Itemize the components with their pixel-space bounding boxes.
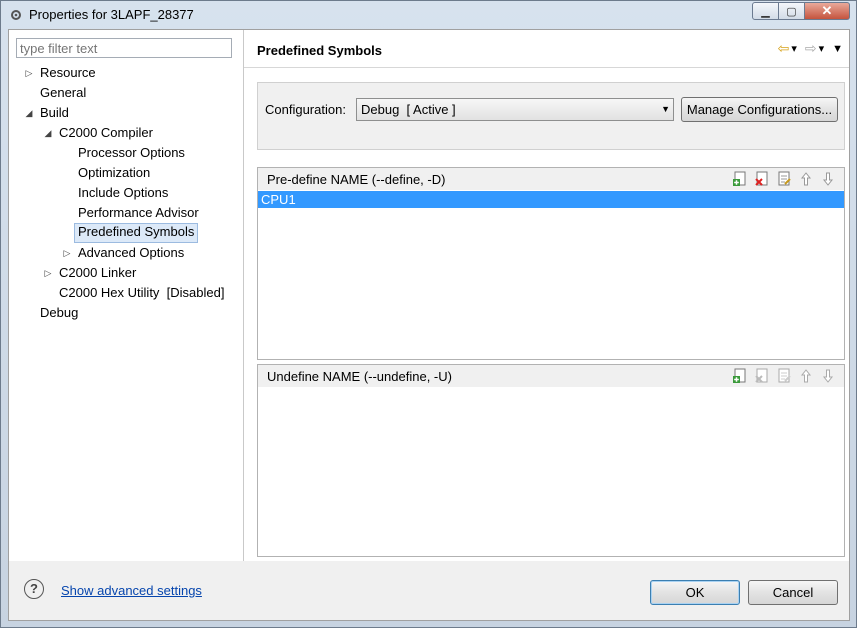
collapse-icon[interactable]: ◢ (24, 104, 34, 122)
window-controls: ▁ ▢ ✕ (752, 2, 850, 21)
property-page: Predefined Symbols ⇦ ▾ ⇨ ▾ ▼ Configurati… (244, 30, 849, 561)
list-item[interactable]: CPU1 (258, 191, 844, 208)
tree-item-include-options[interactable]: Include Options (78, 184, 168, 202)
undefine-panel-header: Undefine NAME (--undefine, -U) (258, 365, 844, 387)
predefine-panel-header: Pre-define NAME (--define, -D) (258, 168, 844, 190)
predefine-toolbar (732, 171, 838, 187)
close-button[interactable]: ✕ (805, 2, 850, 20)
undefine-toolbar (732, 368, 838, 384)
undefine-panel: Undefine NAME (--undefine, -U) (257, 364, 845, 557)
undefine-panel-title: Undefine NAME (--undefine, -U) (267, 369, 452, 384)
expand-icon[interactable]: ▷ (24, 64, 34, 82)
dialog-footer: ? Show advanced settings OK Cancel (9, 561, 849, 620)
configuration-label: Configuration: (265, 102, 346, 117)
tree-item-predefined-symbols[interactable]: Predefined Symbols (74, 223, 199, 243)
add-icon[interactable] (732, 171, 750, 187)
move-up-icon[interactable] (798, 368, 816, 384)
expand-icon[interactable]: ▷ (43, 264, 53, 282)
tree-item-performance-advisor[interactable]: Performance Advisor (78, 204, 199, 222)
predefine-list[interactable]: CPU1 (258, 191, 844, 208)
move-down-icon[interactable] (820, 171, 838, 187)
back-arrow-icon[interactable]: ⇦ (778, 40, 790, 57)
tree-item-advanced-options[interactable]: Advanced Options (78, 244, 184, 262)
properties-gear-icon (11, 10, 21, 20)
tree-item-general[interactable]: General (40, 84, 86, 102)
configuration-select[interactable]: Debug [ Active ] ▼ (356, 98, 674, 121)
edit-icon[interactable] (776, 368, 794, 384)
add-icon[interactable] (732, 368, 750, 384)
ok-button[interactable]: OK (650, 580, 740, 605)
move-up-icon[interactable] (798, 171, 816, 187)
tree-item-debug[interactable]: Debug (40, 304, 78, 322)
header-separator (244, 67, 849, 68)
filter-input[interactable] (16, 38, 232, 58)
dialog-body: ▷ Resource General ◢ Build ◢ C2000 Compi… (8, 29, 850, 621)
move-down-icon[interactable] (820, 368, 838, 384)
help-icon[interactable]: ? (24, 579, 44, 599)
expand-icon[interactable]: ▷ (62, 244, 72, 262)
configuration-group: Configuration: Debug [ Active ] ▼ Manage… (257, 82, 845, 150)
tree-item-processor-options[interactable]: Processor Options (78, 144, 185, 162)
tree-item-resource[interactable]: Resource (40, 64, 96, 82)
forward-dropdown-icon[interactable]: ▾ (819, 42, 825, 55)
cancel-button[interactable]: Cancel (748, 580, 838, 605)
minimize-button[interactable]: ▁ (752, 2, 779, 20)
configuration-value: Debug [ Active ] (361, 102, 456, 117)
chevron-down-icon: ▼ (661, 104, 670, 114)
edit-icon[interactable] (776, 171, 794, 187)
predefine-panel-title: Pre-define NAME (--define, -D) (267, 172, 446, 187)
page-title: Predefined Symbols (257, 43, 382, 58)
predefine-panel: Pre-define NAME (--define, -D) CPU1 (257, 167, 845, 360)
view-menu-icon[interactable]: ▼ (832, 43, 843, 55)
collapse-icon[interactable]: ◢ (43, 124, 53, 142)
tree-item-c2000-compiler[interactable]: C2000 Compiler (59, 124, 153, 142)
tree-item-c2000-hex-utility[interactable]: C2000 Hex Utility [Disabled] (59, 284, 224, 302)
back-dropdown-icon[interactable]: ▾ (791, 42, 797, 55)
properties-dialog: Properties for 3LAPF_28377 ▁ ▢ ✕ ▷ Resou… (0, 0, 857, 628)
maximize-button[interactable]: ▢ (779, 2, 805, 20)
forward-arrow-icon[interactable]: ⇨ (805, 40, 817, 57)
property-navigation: ▷ Resource General ◢ Build ◢ C2000 Compi… (9, 30, 244, 561)
manage-configurations-button[interactable]: Manage Configurations... (681, 97, 838, 122)
page-navigation: ⇦ ▾ ⇨ ▾ ▼ (778, 40, 843, 57)
title-bar[interactable]: Properties for 3LAPF_28377 ▁ ▢ ✕ (1, 1, 856, 27)
tree-item-c2000-linker[interactable]: C2000 Linker (59, 264, 136, 282)
tree-item-build[interactable]: Build (40, 104, 69, 122)
delete-icon[interactable] (754, 368, 772, 384)
window-title: Properties for 3LAPF_28377 (29, 7, 194, 22)
show-advanced-settings-link[interactable]: Show advanced settings (61, 583, 202, 598)
delete-icon[interactable] (754, 171, 772, 187)
tree-item-optimization[interactable]: Optimization (78, 164, 150, 182)
